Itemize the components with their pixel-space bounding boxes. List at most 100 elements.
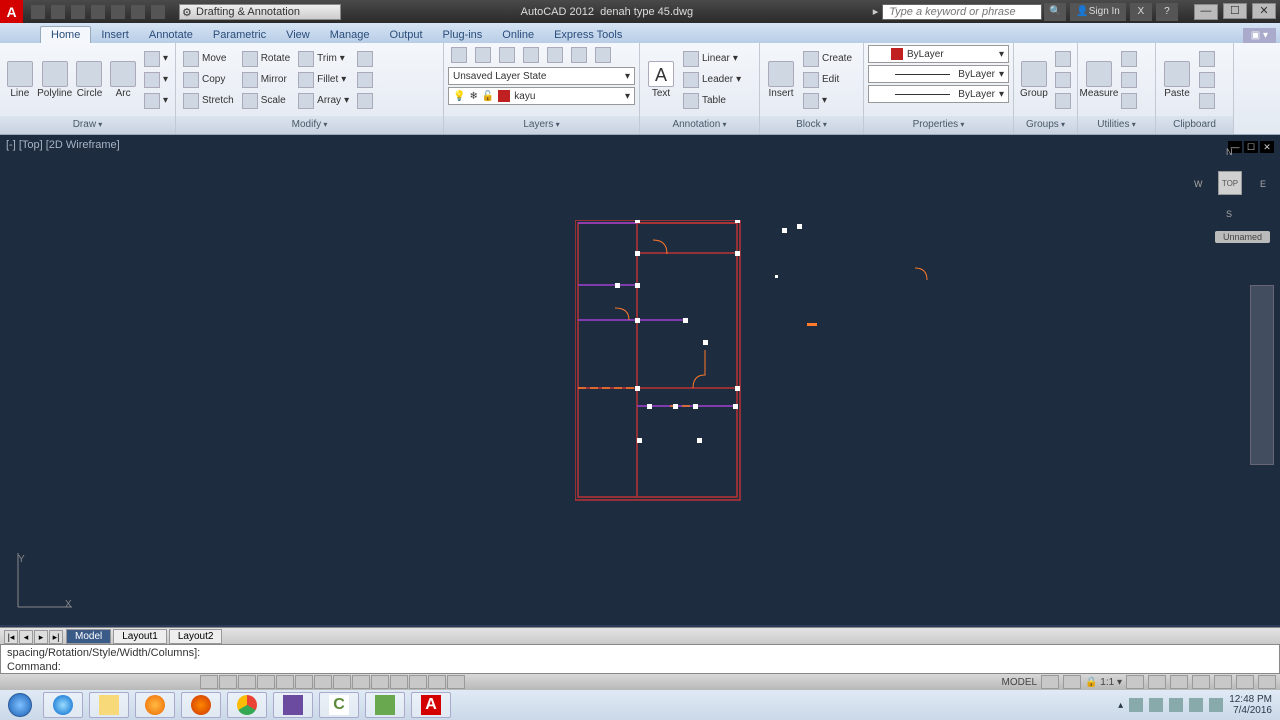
line-button[interactable]: Line [4, 60, 36, 100]
viewcube-s[interactable]: S [1226, 209, 1232, 219]
ribbon-expand-icon[interactable]: ▣ ▾ [1243, 28, 1276, 43]
status-btn-3[interactable] [1126, 675, 1144, 689]
text-button[interactable]: AText [644, 60, 678, 100]
tray-clock[interactable]: 12:48 PM7/4/2016 [1229, 694, 1272, 716]
create-block-button[interactable]: Create [800, 49, 855, 69]
am-toggle[interactable] [447, 675, 465, 689]
group-tool-3[interactable] [1052, 91, 1074, 111]
group-button[interactable]: Group [1018, 60, 1050, 100]
trim-button[interactable]: Trim ▾ [295, 49, 352, 69]
modify-extra-1[interactable] [354, 49, 376, 69]
navigation-bar[interactable] [1250, 285, 1274, 465]
viewport-label[interactable]: [-] [Top] [2D Wireframe] [6, 139, 120, 151]
workspace-dropdown[interactable]: Drafting & Annotation [179, 4, 341, 20]
panel-annotation-title[interactable]: Annotation [672, 119, 726, 130]
panel-groups-title[interactable]: Groups [1026, 119, 1065, 130]
qat-redo-icon[interactable] [151, 5, 165, 19]
qat-saveas-icon[interactable] [91, 5, 105, 19]
panel-block-title[interactable]: Block [796, 119, 827, 130]
copy-button[interactable]: Copy [180, 70, 237, 90]
layer-current-dropdown[interactable]: 💡 ❄ 🔓 kayu▾ [448, 87, 635, 105]
linear-button[interactable]: Linear ▾ [680, 49, 744, 69]
status-btn-7[interactable] [1214, 675, 1232, 689]
tab-insert[interactable]: Insert [91, 27, 139, 43]
util-tool-2[interactable] [1118, 70, 1140, 90]
osnap-toggle[interactable] [276, 675, 294, 689]
polyline-button[interactable]: Polyline [38, 60, 72, 100]
draw-flyout-1[interactable]: ▾ [141, 49, 171, 69]
tray-icon-1[interactable] [1129, 698, 1143, 712]
qat-new-icon[interactable] [31, 5, 45, 19]
panel-modify-title[interactable]: Modify [292, 119, 328, 130]
signin-button[interactable]: 👤 Sign In [1070, 3, 1126, 21]
util-tool-3[interactable] [1118, 91, 1140, 111]
tab-manage[interactable]: Manage [320, 27, 380, 43]
modify-extra-3[interactable] [354, 91, 376, 111]
infocenter-search[interactable] [882, 4, 1042, 20]
measure-button[interactable]: Measure [1082, 60, 1116, 100]
status-btn-5[interactable] [1170, 675, 1188, 689]
tab-nav-prev[interactable]: ◂ [19, 630, 33, 644]
taskbar-firefox[interactable] [181, 692, 221, 718]
status-model[interactable]: MODEL [1001, 677, 1037, 688]
draw-flyout-2[interactable]: ▾ [141, 70, 171, 90]
tray-icon-3[interactable] [1169, 698, 1183, 712]
viewcube-ucs-label[interactable]: Unnamed [1215, 231, 1270, 243]
tab-layout1[interactable]: Layout1 [113, 629, 167, 644]
qp-toggle[interactable] [409, 675, 427, 689]
panel-clipboard-title[interactable]: Clipboard [1173, 119, 1216, 130]
block-extra[interactable]: ▾ [800, 91, 855, 111]
layer-properties-button[interactable] [448, 45, 470, 65]
circle-button[interactable]: Circle [74, 60, 106, 100]
panel-draw-title[interactable]: Draw [73, 119, 103, 130]
layer-tool-4[interactable] [544, 45, 566, 65]
taskbar-camtasia[interactable]: C [319, 692, 359, 718]
edit-block-button[interactable]: Edit [800, 70, 855, 90]
tab-home[interactable]: Home [40, 26, 91, 43]
status-btn-2[interactable] [1063, 675, 1081, 689]
fillet-button[interactable]: Fillet ▾ [295, 70, 352, 90]
tab-nav-first[interactable]: |◂ [4, 630, 18, 644]
sc-toggle[interactable] [428, 675, 446, 689]
taskbar-chrome[interactable] [227, 692, 267, 718]
drawing-viewport[interactable]: [-] [Top] [2D Wireframe] — ☐ ✕ N S W E T… [0, 135, 1280, 625]
tab-layout2[interactable]: Layout2 [169, 629, 223, 644]
panel-properties-title[interactable]: Properties [913, 119, 965, 130]
status-btn-6[interactable] [1192, 675, 1210, 689]
status-btn-4[interactable] [1148, 675, 1166, 689]
mirror-button[interactable]: Mirror [239, 70, 293, 90]
taskbar-wmp[interactable] [135, 692, 175, 718]
viewcube-e[interactable]: E [1260, 179, 1266, 189]
tray-volume-icon[interactable] [1209, 698, 1223, 712]
group-tool-2[interactable] [1052, 70, 1074, 90]
close-button[interactable]: ✕ [1252, 3, 1276, 19]
polar-toggle[interactable] [257, 675, 275, 689]
tpy-toggle[interactable] [390, 675, 408, 689]
tab-view[interactable]: View [276, 27, 320, 43]
taskbar-explorer[interactable] [89, 692, 129, 718]
viewcube-face[interactable]: TOP [1218, 171, 1242, 195]
leader-button[interactable]: Leader ▾ [680, 70, 744, 90]
start-button[interactable] [0, 690, 40, 720]
rotate-button[interactable]: Rotate [239, 49, 293, 69]
clip-tool-2[interactable] [1196, 70, 1218, 90]
draw-flyout-3[interactable]: ▾ [141, 91, 171, 111]
status-btn-9[interactable] [1258, 675, 1276, 689]
color-dropdown[interactable]: ByLayer▾ [868, 45, 1009, 63]
panel-utilities-title[interactable]: Utilities [1097, 119, 1135, 130]
lineweight-dropdown[interactable]: ByLayer▾ [868, 65, 1009, 83]
tab-annotate[interactable]: Annotate [139, 27, 203, 43]
group-tool-1[interactable] [1052, 49, 1074, 69]
help-icon[interactable]: ? [1156, 3, 1178, 21]
viewcube-n[interactable]: N [1226, 147, 1233, 157]
move-button[interactable]: Move [180, 49, 237, 69]
command-line[interactable]: spacing/Rotation/Style/Width/Columns]: C… [0, 644, 1280, 674]
otrack-toggle[interactable] [314, 675, 332, 689]
layer-tool-5[interactable] [568, 45, 590, 65]
tab-online[interactable]: Online [492, 27, 544, 43]
tab-plugins[interactable]: Plug-ins [433, 27, 493, 43]
tab-express[interactable]: Express Tools [544, 27, 632, 43]
table-button[interactable]: Table [680, 91, 744, 111]
ortho-toggle[interactable] [238, 675, 256, 689]
layer-state-dropdown[interactable]: Unsaved Layer State▾ [448, 67, 635, 85]
